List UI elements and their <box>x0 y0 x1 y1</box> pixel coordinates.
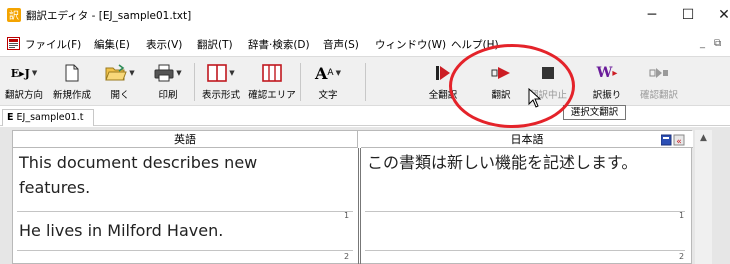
font-label: 文字 <box>318 90 338 101</box>
confirm-area-button[interactable]: 確認エリア <box>248 59 296 105</box>
translation-ruby-label: 訳振り <box>592 90 622 101</box>
target-segment-number: 1 <box>679 211 685 220</box>
menu-window[interactable]: ウィンドウ(W) <box>375 37 446 52</box>
translation-editor: 英語 日本語 « This document describes new fea… <box>12 130 693 264</box>
menu-voice[interactable]: 音声(S) <box>323 37 359 52</box>
confirm-translation-icon <box>637 62 681 84</box>
tooltip: 選択文翻訳 <box>563 105 626 120</box>
maximize-button[interactable]: ☐ <box>677 4 699 26</box>
vertical-scrollbar[interactable]: ▲ <box>695 130 712 264</box>
toolbar-separator <box>300 63 301 101</box>
source-segment-line[interactable]: He lives in Milford Haven. <box>19 217 223 244</box>
mdi-restore-button[interactable]: ⧉ <box>714 38 721 49</box>
translate-icon <box>481 62 521 84</box>
tab-direction-marker: E <box>7 112 14 123</box>
confirm-translation-button[interactable]: 確認翻訳 <box>637 59 681 105</box>
open-button[interactable]: ▼ 開く <box>100 59 140 105</box>
minimize-button[interactable]: ─ <box>641 4 663 26</box>
title-bar: 訳 翻訳エディタ - [EJ_sample01.txt] ─ ☐ ✕ <box>0 0 730 30</box>
source-column-header: 英語 <box>13 131 358 148</box>
translate-label: 翻訳 <box>491 90 511 101</box>
mdi-minimize-button[interactable]: _ <box>700 38 705 49</box>
document-icon <box>7 37 20 50</box>
menu-help[interactable]: ヘルプ(H) <box>451 37 499 52</box>
target-column-header: 日本語 <box>361 131 693 148</box>
mouse-pointer-icon <box>528 88 542 108</box>
target-column-label: 日本語 <box>510 133 544 146</box>
open-label: 開く <box>110 90 130 101</box>
stop-translation-icon <box>528 62 568 84</box>
display-format-label: 表示形式 <box>201 90 240 101</box>
svg-text:訳: 訳 <box>9 9 19 22</box>
new-document-icon <box>52 62 92 84</box>
close-button[interactable]: ✕ <box>713 4 730 26</box>
new-document-label: 新規作成 <box>52 90 91 101</box>
menu-view[interactable]: 表示(V) <box>146 37 182 52</box>
menu-edit[interactable]: 編集(E) <box>94 37 130 52</box>
translate-button[interactable]: 翻訳 <box>481 59 521 105</box>
menu-file[interactable]: ファイル(F) <box>25 37 81 52</box>
pane-toggle-icons[interactable]: « <box>661 134 689 146</box>
source-segment-line[interactable]: features. <box>19 174 90 201</box>
document-tab-label: EJ_sample01.t <box>16 112 84 123</box>
target-segment-line[interactable]: この書類は新しい機能を記述します。 <box>367 149 637 176</box>
segment-separator <box>365 250 685 251</box>
document-tab[interactable]: E EJ_sample01.t <box>2 109 94 126</box>
toolbar: E▸J ▼ 翻訳方向 新規作成 ▼ 開く ▼ 印刷 ▼ 表示形式 確認エリア A… <box>0 56 730 106</box>
translation-direction-label: 翻訳方向 <box>4 90 43 101</box>
print-label: 印刷 <box>158 90 178 101</box>
confirm-translation-label: 確認翻訳 <box>639 90 678 101</box>
translation-direction-button[interactable]: E▸J ▼ 翻訳方向 <box>4 59 44 105</box>
open-folder-icon: ▼ <box>100 62 140 84</box>
printer-icon: ▼ <box>148 62 188 84</box>
display-format-button[interactable]: ▼ 表示形式 <box>198 59 244 105</box>
translation-direction-icon: E▸J ▼ <box>10 66 38 80</box>
font-button[interactable]: A A ▼ 文字 <box>308 59 348 105</box>
confirm-area-label: 確認エリア <box>248 90 296 101</box>
column-divider[interactable] <box>358 148 361 264</box>
segment-separator <box>17 211 353 212</box>
translate-all-icon <box>423 62 463 84</box>
toolbar-separator <box>365 63 366 101</box>
source-segment-number: 2 <box>344 252 350 261</box>
font-icon: A A ▼ <box>315 63 341 83</box>
menu-translate[interactable]: 翻訳(T) <box>197 37 233 52</box>
target-segment-number: 2 <box>679 252 685 261</box>
segment-separator <box>17 250 353 251</box>
source-segment-line[interactable]: This document describes new <box>19 149 257 176</box>
window-title: 翻訳エディタ - [EJ_sample01.txt] <box>26 10 192 22</box>
source-segment-number: 1 <box>344 211 350 220</box>
app-icon: 訳 <box>7 8 21 22</box>
translation-ruby-icon: W ▸ <box>596 65 618 81</box>
translation-ruby-button[interactable]: W ▸ 訳振り <box>587 59 627 105</box>
new-document-button[interactable]: 新規作成 <box>52 59 92 105</box>
confirm-area-icon <box>250 62 294 84</box>
translate-all-button[interactable]: 全翻訳 <box>423 59 463 105</box>
display-format-icon: ▼ <box>198 62 244 84</box>
print-button[interactable]: ▼ 印刷 <box>148 59 188 105</box>
scroll-up-arrow-icon[interactable]: ▲ <box>695 130 712 147</box>
svg-text:«: « <box>676 137 682 146</box>
translate-all-label: 全翻訳 <box>428 90 458 101</box>
menu-dictionary[interactable]: 辞書·検索(D) <box>248 37 310 52</box>
menu-bar: ファイル(F) 編集(E) 表示(V) 翻訳(T) 辞書·検索(D) 音声(S)… <box>0 33 730 55</box>
segment-separator <box>365 211 685 212</box>
